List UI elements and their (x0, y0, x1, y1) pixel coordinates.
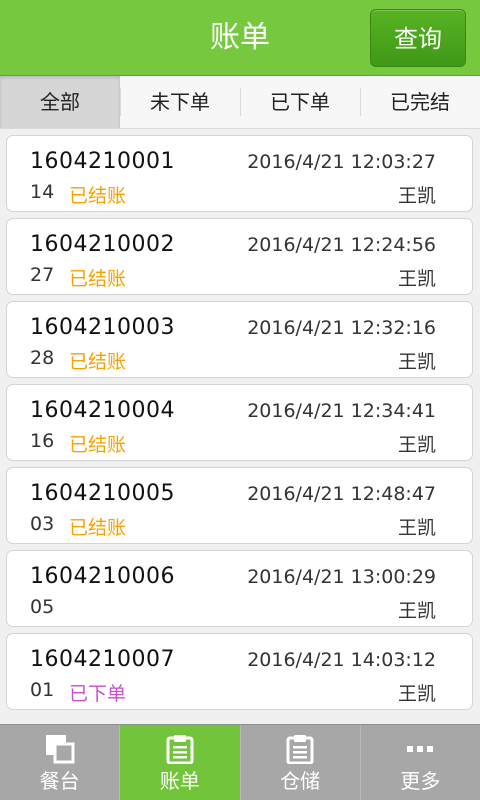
filter-tabs: 全部 未下单 已下单 已完结 (0, 76, 480, 129)
nav-label: 餐台 (39, 769, 80, 793)
staff-name: 王凯 (397, 600, 436, 622)
order-time: 2016/4/21 14:03:12 (247, 649, 436, 671)
table-number: 03 (30, 513, 55, 535)
status-text: 已结账 (69, 434, 127, 456)
status-text: 已结账 (69, 268, 127, 290)
table-number: 14 (30, 181, 55, 203)
tab-not-ordered[interactable]: 未下单 (120, 76, 240, 128)
nav-more[interactable]: 更多 (359, 725, 480, 800)
table-number: 01 (30, 679, 55, 701)
staff-name: 王凯 (397, 683, 436, 705)
order-number: 1604210006 (30, 564, 175, 589)
table-number: 05 (30, 596, 55, 618)
order-time: 2016/4/21 12:32:16 (247, 317, 436, 339)
tab-all[interactable]: 全部 (0, 76, 120, 128)
clipboard-icon (286, 735, 314, 764)
more-icon (407, 746, 434, 752)
order-time: 2016/4/21 12:03:27 (247, 151, 436, 173)
status-text: 已结账 (69, 517, 127, 539)
status-text: 已结账 (69, 185, 127, 207)
bill-card[interactable]: 1604210006 2016/4/21 13:00:29 05 王凯 (6, 550, 473, 627)
nav-bills[interactable]: 账单 (119, 725, 240, 800)
staff-name: 王凯 (397, 434, 436, 456)
order-number: 1604210007 (30, 647, 175, 672)
query-button[interactable]: 查询 (370, 9, 466, 67)
order-number: 1604210002 (30, 232, 175, 257)
staff-name: 王凯 (397, 517, 436, 539)
table-number: 16 (30, 430, 55, 452)
order-number: 1604210004 (30, 398, 175, 423)
order-number: 1604210003 (30, 315, 175, 340)
order-time: 2016/4/21 12:24:56 (247, 234, 436, 256)
nav-label: 仓储 (280, 769, 321, 793)
order-time: 2016/4/21 12:34:41 (247, 400, 436, 422)
bill-card[interactable]: 1604210004 2016/4/21 12:34:41 16 已结账 王凯 (6, 384, 473, 461)
order-time: 2016/4/21 12:48:47 (247, 483, 436, 505)
nav-storage[interactable]: 仓储 (239, 725, 360, 800)
status-text: 已结账 (69, 351, 127, 373)
order-time: 2016/4/21 13:00:29 (247, 566, 436, 588)
table-number: 27 (30, 264, 55, 286)
staff-name: 王凯 (397, 351, 436, 373)
tables-icon (45, 735, 75, 764)
bottom-nav: 餐台 账单 仓储 更多 (0, 724, 480, 800)
table-number: 28 (30, 347, 55, 369)
tab-ordered[interactable]: 已下单 (240, 76, 360, 128)
status-text: 已下单 (69, 683, 127, 705)
clipboard-icon (166, 735, 194, 764)
bill-card[interactable]: 1604210007 2016/4/21 14:03:12 01 已下单 王凯 (6, 633, 473, 710)
nav-label: 账单 (159, 769, 200, 793)
bill-card[interactable]: 1604210002 2016/4/21 12:24:56 27 已结账 王凯 (6, 218, 473, 295)
bill-card[interactable]: 1604210001 2016/4/21 12:03:27 14 已结账 王凯 (6, 135, 473, 212)
order-number: 1604210005 (30, 481, 175, 506)
header-bar: 账单 查询 (0, 0, 480, 76)
nav-label: 更多 (400, 769, 441, 793)
order-number: 1604210001 (30, 149, 175, 174)
bill-card[interactable]: 1604210003 2016/4/21 12:32:16 28 已结账 王凯 (6, 301, 473, 378)
nav-tables[interactable]: 餐台 (0, 725, 119, 800)
tab-completed[interactable]: 已完结 (360, 76, 480, 128)
staff-name: 王凯 (397, 268, 436, 290)
bill-list: 1604210001 2016/4/21 12:03:27 14 已结账 王凯 … (0, 128, 480, 724)
staff-name: 王凯 (397, 185, 436, 207)
bill-card[interactable]: 1604210005 2016/4/21 12:48:47 03 已结账 王凯 (6, 467, 473, 544)
